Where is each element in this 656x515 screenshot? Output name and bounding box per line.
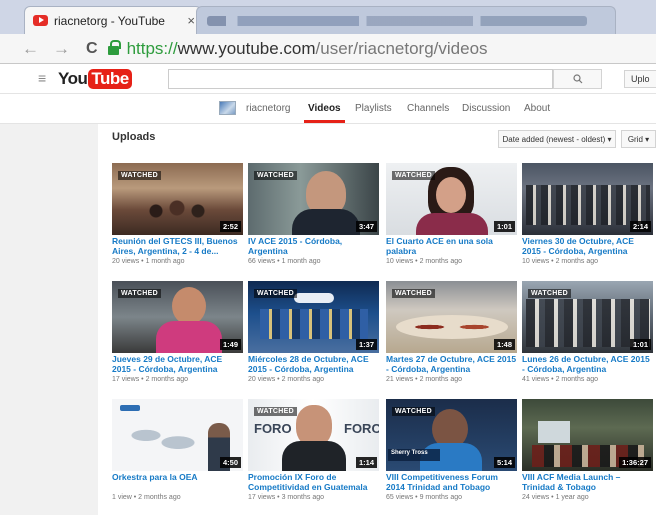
video-title-link[interactable]: El Cuarto ACE en una sola palabra xyxy=(386,236,517,256)
video-duration: 5:14 xyxy=(493,457,515,468)
video-meta: 17 views • 2 months ago xyxy=(112,376,188,383)
video-thumbnail[interactable]: WATCHED 3:47 xyxy=(248,163,379,235)
video-meta: 24 views • 1 year ago xyxy=(522,494,589,501)
menu-icon[interactable]: ≡ xyxy=(38,70,46,86)
tab-title: riacnetorg - YouTube xyxy=(54,13,165,28)
video-duration: 1:14 xyxy=(355,457,377,468)
video-title-link[interactable]: Orkestra para la OEA xyxy=(112,472,243,482)
tab-channels[interactable]: Channels xyxy=(407,103,449,114)
forward-arrow-icon[interactable]: → xyxy=(53,39,70,59)
video-thumbnail[interactable]: WATCHED 1:48 xyxy=(386,281,517,353)
tab-discussion[interactable]: Discussion xyxy=(462,103,510,114)
url-host: www.youtube.com xyxy=(177,38,316,58)
video-duration: 2:52 xyxy=(219,221,241,232)
video-duration: 1:36:27 xyxy=(619,457,651,468)
channel-name[interactable]: riacnetorg xyxy=(246,103,290,114)
youtube-header: ≡ You Tube Uplo xyxy=(0,64,656,94)
uploads-heading: Uploads xyxy=(112,131,156,143)
video-meta: 20 views • 2 months ago xyxy=(248,376,324,383)
search-icon xyxy=(572,74,582,84)
video-meta: 10 views • 2 months ago xyxy=(522,258,598,265)
video-title-link[interactable]: VIII Competitiveness Forum 2014 Trinidad… xyxy=(386,472,517,492)
tab-videos[interactable]: Videos xyxy=(304,103,345,123)
video-duration: 1:01 xyxy=(629,339,651,350)
search-button[interactable] xyxy=(553,69,602,89)
video-title-link[interactable]: Martes 27 de Octubre, ACE 2015 - Córdoba… xyxy=(386,354,517,374)
address-bar-row: ← → C https:// www.youtube.com /user/ria… xyxy=(0,34,656,64)
video-thumbnail[interactable]: Sherry Tross WATCHED 5:14 xyxy=(386,399,517,471)
video-duration: 4:50 xyxy=(219,457,241,468)
video-thumbnail[interactable]: WATCHED 1:01 xyxy=(386,163,517,235)
video-meta: 10 views • 2 months ago xyxy=(386,258,462,265)
video-title-link[interactable]: Promoción IX Foro de Competitividad en G… xyxy=(248,472,379,493)
youtube-logo[interactable]: You Tube xyxy=(58,69,132,89)
video-duration: 2:14 xyxy=(629,221,651,232)
video-thumbnail[interactable]: 1:36:27 xyxy=(522,399,653,471)
view-dropdown[interactable]: Grid ▾ xyxy=(621,130,656,148)
video-meta: 20 views • 1 month ago xyxy=(112,258,185,265)
video-meta: 21 views • 2 months ago xyxy=(386,376,462,383)
thumb-overlay-text: FORO xyxy=(254,421,292,436)
video-thumbnail[interactable]: WATCHED 1:49 xyxy=(112,281,243,353)
browser-tab-youtube[interactable]: riacnetorg - YouTube × xyxy=(24,6,202,34)
tab-close-icon[interactable]: × xyxy=(181,13,195,28)
video-title-link[interactable]: Reunión del GTECS III, Buenos Aires, Arg… xyxy=(112,236,243,256)
video-title-link[interactable]: Lunes 26 de Octubre, ACE 2015 - Córdoba,… xyxy=(522,354,653,374)
video-meta: 65 views • 9 months ago xyxy=(386,494,462,501)
video-duration: 1:01 xyxy=(493,221,515,232)
video-title-link[interactable]: Jueves 29 de Octubre, ACE 2015 - Córdoba… xyxy=(112,354,243,374)
video-duration: 1:37 xyxy=(355,339,377,350)
channel-avatar[interactable] xyxy=(219,101,236,115)
url-path: /user/riacnetorg/videos xyxy=(315,38,488,58)
video-title-link[interactable]: VIII ACF Media Launch – Trinidad & Tobag… xyxy=(522,472,653,492)
tab-playlists[interactable]: Playlists xyxy=(355,103,392,114)
video-thumbnail[interactable]: 2:14 xyxy=(522,163,653,235)
search-input[interactable] xyxy=(168,69,553,89)
video-thumbnail[interactable]: FORO FORO WATCHED 1:14 xyxy=(248,399,379,471)
channel-nav: riacnetorg Videos Playlists Channels Dis… xyxy=(0,94,656,124)
lock-icon xyxy=(107,40,121,55)
video-thumbnail[interactable]: WATCHED 1:01 xyxy=(522,281,653,353)
video-thumbnail[interactable]: WATCHED 1:37 xyxy=(248,281,379,353)
url-scheme: https:// xyxy=(126,38,178,58)
reload-icon[interactable]: C xyxy=(86,40,98,58)
video-meta: 1 view • 2 months ago xyxy=(112,494,181,501)
video-title-link[interactable]: IV ACE 2015 - Córdoba, Argentina xyxy=(248,236,379,256)
video-title-link[interactable]: Miércoles 28 de Octubre, ACE 2015 - Córd… xyxy=(248,354,379,374)
youtube-favicon-icon xyxy=(33,15,48,26)
sort-dropdown[interactable]: Date added (newest - oldest) ▾ xyxy=(498,130,616,148)
browser-tab-other[interactable] xyxy=(196,6,616,34)
video-thumbnail[interactable]: 4:50 xyxy=(112,399,243,471)
uploads-panel: Uploads Date added (newest - oldest) ▾ G… xyxy=(98,124,656,515)
video-duration: 1:48 xyxy=(493,339,515,350)
url-field[interactable]: https:// www.youtube.com /user/riacnetor… xyxy=(107,37,656,61)
browser-tab-strip: riacnetorg - YouTube × xyxy=(0,0,656,34)
back-arrow-icon[interactable]: ← xyxy=(22,39,39,59)
video-meta: 66 views • 1 month ago xyxy=(248,258,321,265)
video-meta: 17 views • 3 months ago xyxy=(248,494,324,501)
tab-about[interactable]: About xyxy=(524,103,550,114)
thumb-overlay-text: Sherry Tross xyxy=(391,450,428,456)
video-duration: 1:49 xyxy=(219,339,241,350)
video-thumbnail[interactable]: WATCHED 2:52 xyxy=(112,163,243,235)
video-duration: 3:47 xyxy=(355,221,377,232)
video-meta: 41 views • 2 months ago xyxy=(522,376,598,383)
upload-button[interactable]: Uplo xyxy=(624,70,656,88)
video-title-link[interactable]: Viernes 30 de Octubre, ACE 2015 - Córdob… xyxy=(522,236,653,256)
